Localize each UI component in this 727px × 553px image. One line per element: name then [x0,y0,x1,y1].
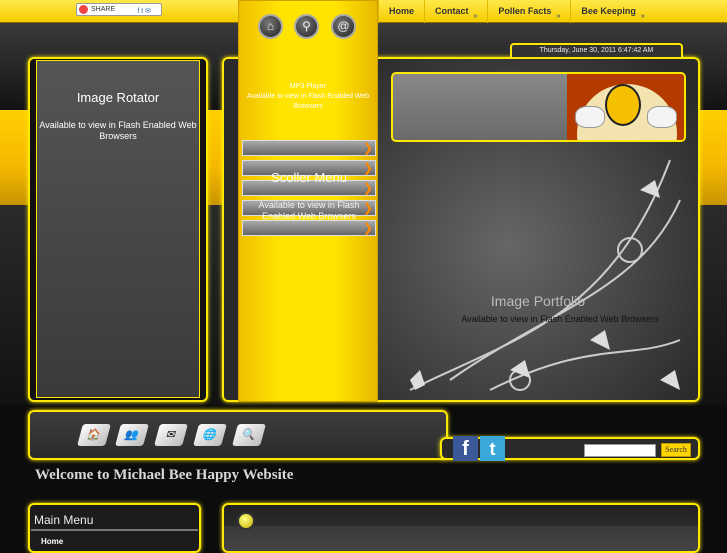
globe-folder-icon[interactable]: 🌐 [193,424,227,446]
search-icon[interactable]: ⚲ [294,14,319,39]
chevron-down-icon: » [640,13,645,20]
bee-banner [391,72,686,142]
twitter-icon[interactable]: t [480,436,505,461]
nav-home[interactable]: Home [378,0,424,23]
scroller-item[interactable]: ❯ [242,140,376,156]
email-icon[interactable]: @ [331,14,356,39]
nav-label: Contact [435,6,469,16]
welcome-heading: Welcome to Michael Bee Happy Website [35,467,294,483]
chevron-down-icon: » [556,13,561,20]
share-label: SHARE [91,6,116,13]
nav-contact[interactable]: Contact » [424,0,487,23]
mp3-player: MP3 Player Available to view in Flash Ena… [238,82,378,112]
nav-bee-keeping[interactable]: Bee Keeping » [570,0,654,23]
home-icon[interactable]: ⌂ [258,14,283,39]
floral-decoration [409,159,681,391]
divider [31,529,198,531]
nav-label: Home [389,6,415,16]
search-input[interactable] [584,444,656,457]
plus-icon [79,5,88,14]
facebook-icon[interactable]: f [453,436,478,461]
image-rotator-title: Image Rotator [76,90,160,105]
scroller-item[interactable]: ❯ [242,220,376,236]
bullet-icon [237,512,255,530]
search-button[interactable]: Search [661,443,691,457]
main-menu-title: Main Menu [34,513,94,527]
nav-label: Pollen Facts [498,6,552,16]
main-nav: Home Contact » Pollen Facts » Bee Keeping » [378,0,655,23]
content-panel [222,503,700,553]
image-portfolio-note: Available to view in Flash Enabled Web B… [461,314,659,324]
mail-folder-icon[interactable]: ✉ [154,424,188,446]
share-service-icons: f t ✉ [137,8,151,15]
mp3-title: MP3 Player [289,83,327,90]
search-folder-icon[interactable]: 🔍 [232,424,266,446]
image-rotator-frame [36,60,200,398]
arrow-right-icon: ❯ [362,221,373,235]
arrow-right-icon: ❯ [362,141,373,155]
home-folder-icon[interactable]: 🏠 [77,424,111,446]
mp3-note: Available to view in Flash Enabled Web B… [246,93,370,110]
image-rotator-note: Available to view in Flash Enabled Web B… [39,120,197,141]
scroller-menu-note: Available to view in Flash Enabled Web B… [258,200,360,221]
chevron-down-icon: » [473,13,478,20]
bee-mascot-image [567,74,684,140]
users-folder-icon[interactable]: 👥 [115,424,149,446]
nav-label: Bee Keeping [581,6,636,16]
date-display: Thursday, June 30, 2011 6:47:42 AM [510,43,683,57]
image-portfolio-title: Image Portfolio [490,293,586,309]
scroller-menu-title: Scoller Menu [271,170,347,185]
nav-pollen-facts[interactable]: Pollen Facts » [487,0,570,23]
share-button[interactable]: SHARE f t ✉ [76,3,162,16]
